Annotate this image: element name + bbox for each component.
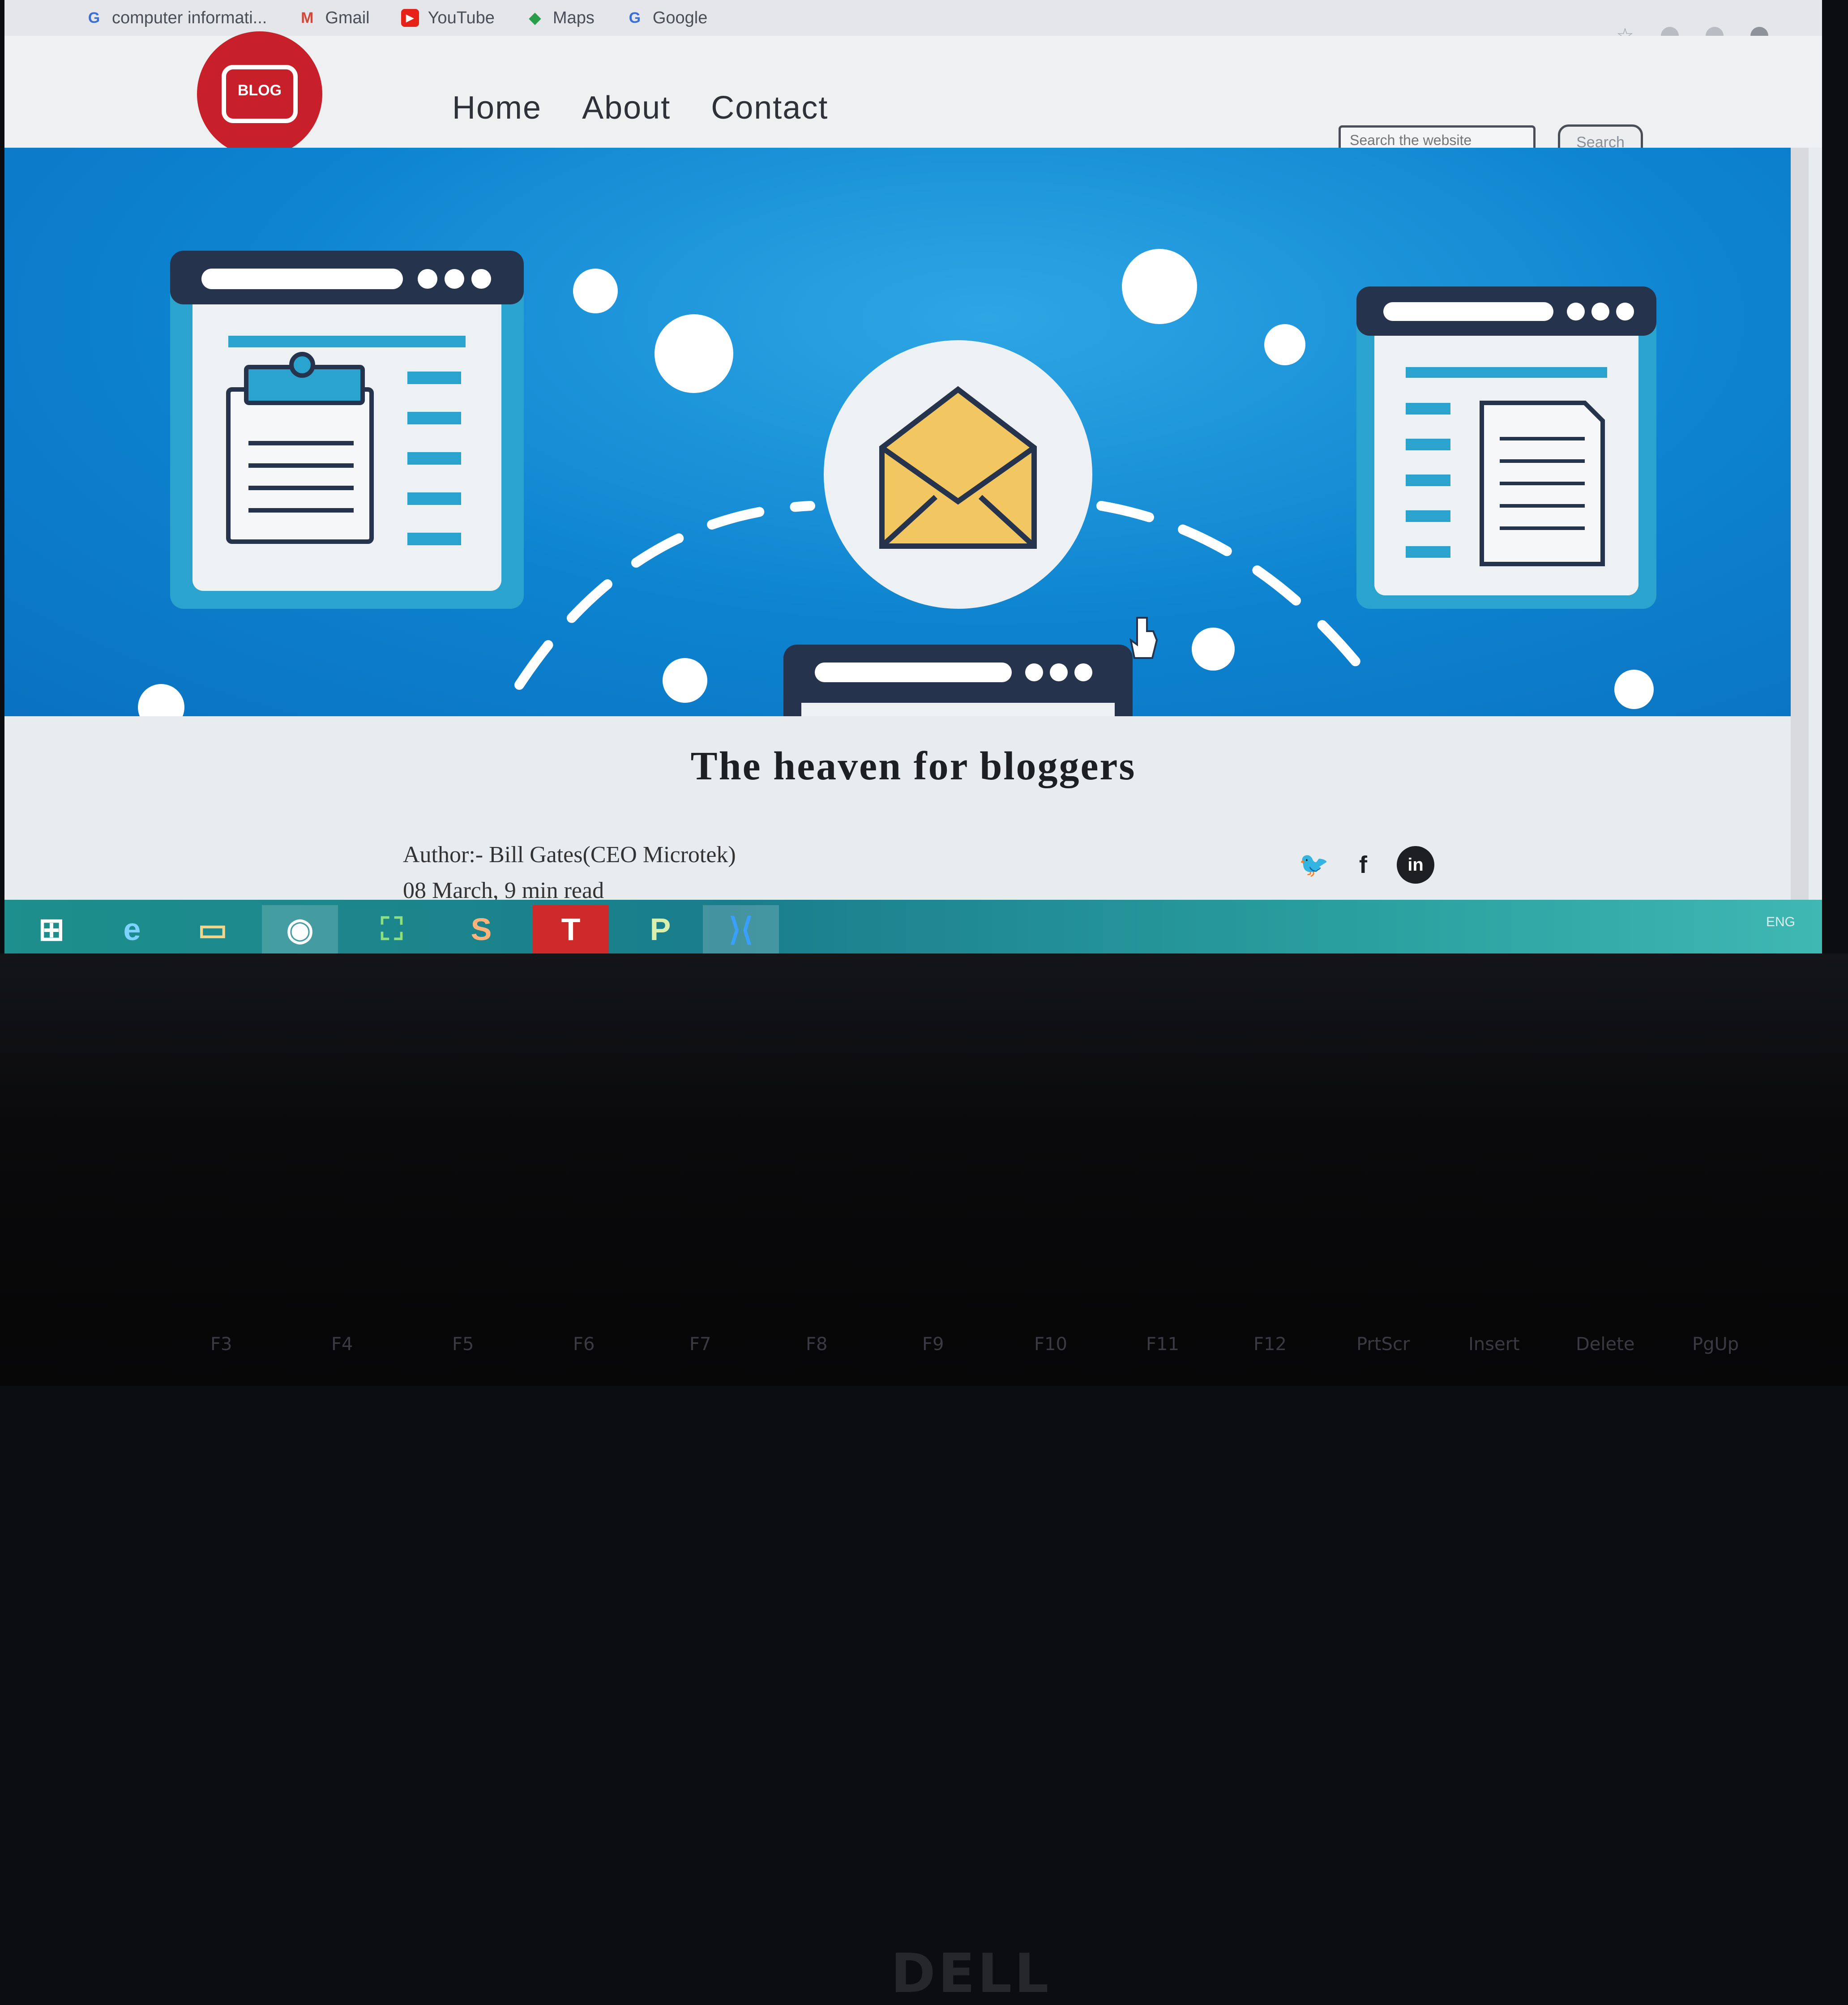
bottom-window-illustration: [783, 645, 1133, 716]
chrome-icon[interactable]: ◉: [262, 905, 338, 953]
windows-start-icon[interactable]: ⊞: [13, 905, 90, 953]
system-tray[interactable]: ENG: [1766, 912, 1795, 932]
key-f3: F3: [210, 1334, 232, 1355]
key-f11: F11: [1146, 1334, 1179, 1355]
bookmark-maps[interactable]: ◆ Maps: [526, 9, 595, 28]
document-window-illustration: [1356, 286, 1656, 609]
nav-about[interactable]: About: [582, 90, 671, 126]
linkedin-icon[interactable]: in: [1397, 846, 1434, 884]
key-f9: F9: [922, 1334, 944, 1355]
dell-logo: DELL: [891, 1943, 1052, 2005]
laptop-bezel: DELL: [0, 953, 1848, 2005]
laptop-screen: G computer informati... M Gmail ▶ YouTub…: [4, 0, 1822, 958]
speech-bubble-icon: BLOG: [222, 65, 298, 123]
bookmark-youtube[interactable]: ▶ YouTube: [401, 9, 495, 28]
blog-logo[interactable]: BLOG: [197, 31, 322, 157]
article-title: The heaven for bloggers: [690, 744, 1136, 788]
key-f6: F6: [573, 1334, 595, 1355]
bookmark-computer-information[interactable]: G computer informati...: [85, 9, 267, 28]
key-f12: F12: [1253, 1334, 1287, 1355]
logo-text: BLOG: [237, 82, 282, 99]
youtube-icon: ▶: [401, 9, 419, 27]
google-icon: G: [88, 9, 100, 26]
site-header: BLOG Home About Contact Search: [4, 31, 1822, 160]
key-f8: F8: [806, 1334, 828, 1355]
p-app-icon[interactable]: P: [622, 905, 698, 953]
google-icon: G: [629, 9, 641, 26]
key-f5: F5: [452, 1334, 474, 1355]
internet-explorer-icon[interactable]: e: [94, 905, 170, 953]
clipboard-window-illustration: [170, 251, 524, 609]
facebook-icon[interactable]: f: [1348, 849, 1379, 881]
nav-home[interactable]: Home: [452, 90, 542, 126]
gmail-icon: M: [301, 9, 314, 26]
t-app-icon[interactable]: T: [533, 905, 609, 953]
nav-contact[interactable]: Contact: [711, 90, 828, 126]
key-delete: Delete: [1576, 1334, 1635, 1355]
hand-cursor-icon: [1129, 617, 1158, 659]
file-explorer-icon[interactable]: ▭: [175, 905, 251, 953]
social-links: 🐦 f in: [1298, 846, 1434, 884]
hero-banner: [4, 148, 1791, 716]
key-f7: F7: [689, 1334, 711, 1355]
envelope-illustration: [824, 340, 1092, 609]
article-author: Author:- Bill Gates(CEO Microtek): [403, 842, 736, 868]
windows-taskbar: ⊞ e ▭ ◉ ⛶ S T P ⟩⟨ ENG: [4, 900, 1822, 958]
keyboard-function-row: F3 F4 F5 F6 F7 F8 F9 F10 F11 F12 PrtScr …: [0, 1334, 1848, 1386]
maps-icon: ◆: [529, 9, 541, 26]
bookmark-gmail[interactable]: M Gmail: [298, 9, 369, 28]
key-pgup: PgUp: [1692, 1334, 1739, 1355]
key-prtscr: PrtScr: [1356, 1334, 1410, 1355]
vscode-icon[interactable]: ⟩⟨: [703, 905, 779, 953]
bookmarks-bar: G computer informati... M Gmail ▶ YouTub…: [4, 0, 1822, 36]
hero-illustration: [138, 249, 1656, 716]
bookmark-google[interactable]: G Google: [626, 9, 708, 28]
s-app-icon[interactable]: S: [443, 905, 519, 953]
twitter-icon[interactable]: 🐦: [1298, 849, 1330, 881]
key-f10: F10: [1034, 1334, 1067, 1355]
main-nav: Home About Contact: [452, 90, 828, 126]
key-f4: F4: [331, 1334, 353, 1355]
key-insert: Insert: [1468, 1334, 1520, 1355]
page-scrollbar[interactable]: [1791, 148, 1809, 909]
language-indicator[interactable]: ENG: [1766, 912, 1795, 932]
store-icon[interactable]: ⛶: [354, 905, 430, 953]
